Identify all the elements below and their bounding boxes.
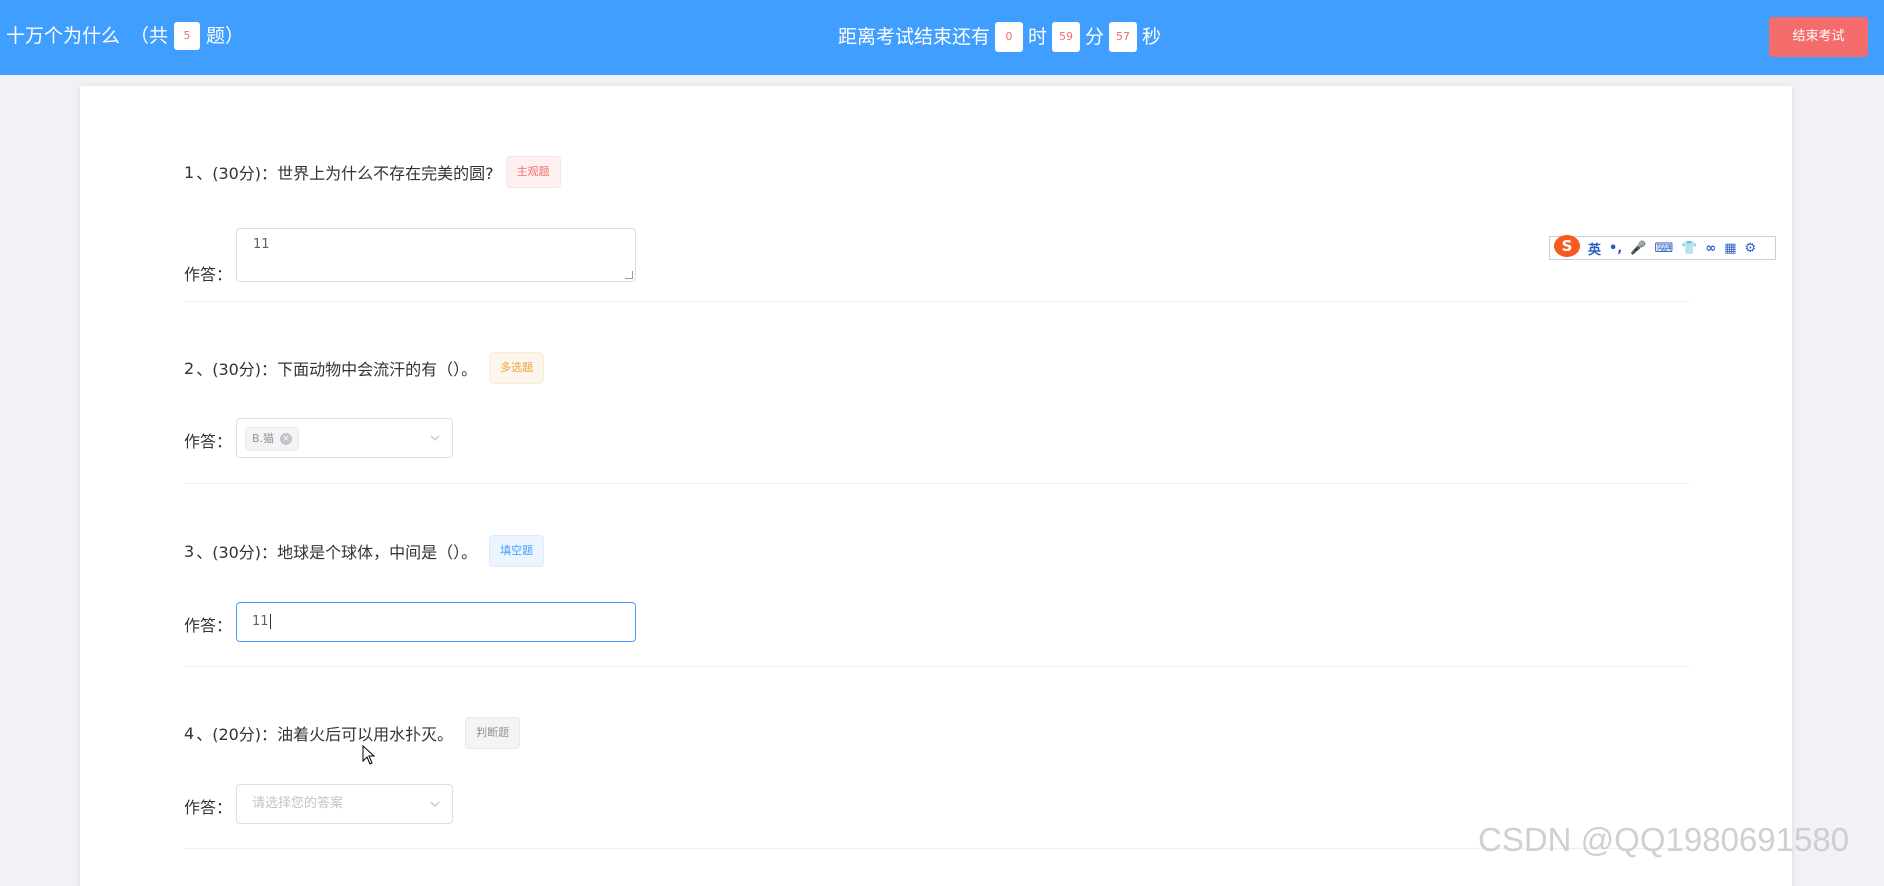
question-separator: 、: [196, 543, 213, 562]
question-score: (30分)：: [212, 543, 278, 562]
ime-english-toggle[interactable]: 英: [1588, 239, 1601, 258]
answer-label: 作答：: [184, 432, 233, 451]
minute-unit: 分: [1085, 26, 1105, 48]
question-header: 1 、 (30分)： 世界上为什么不存在完美的圆? 主观题: [184, 156, 561, 188]
answer-label: 作答：: [184, 616, 233, 635]
question-1: 1 、 (30分)： 世界上为什么不存在完美的圆? 主观题 作答： 11: [184, 156, 1689, 302]
ime-toolbar: S 英 •, 🎤 ⌨ 👕 ∞ ▦ ⚙: [1549, 235, 1776, 260]
exam-card: 1 、 (30分)： 世界上为什么不存在完美的圆? 主观题 作答： 11 2 、…: [80, 86, 1792, 886]
hours-box: 0: [995, 22, 1024, 52]
selected-option-tag: B.猫 ×: [245, 427, 300, 451]
question-count-badge: 5: [174, 22, 201, 50]
question-header: 4 、 (20分)： 油着火后可以用水扑灭。 判断题: [184, 717, 521, 749]
question-type-tag: 多选题: [489, 352, 545, 384]
question-2: 2 、 (30分)： 下面动物中会流汗的有（）。 多选题 作答： B.猫 ×: [184, 352, 1689, 484]
answer-textarea[interactable]: 11: [236, 228, 636, 282]
question-header: 3 、 (30分)： 地球是个球体，中间是（）。 填空题: [184, 535, 545, 567]
ime-settings-icon[interactable]: ⚙: [1745, 241, 1757, 256]
ime-apps-icon[interactable]: ▦: [1724, 241, 1736, 256]
answer-text: 11: [252, 614, 269, 629]
select-placeholder: 请选择您的答案: [252, 796, 344, 811]
close-icon[interactable]: ×: [280, 433, 293, 445]
answer-text: 11: [253, 237, 270, 252]
judge-select[interactable]: 请选择您的答案: [236, 784, 453, 824]
question-header: 2 、 (30分)： 下面动物中会流汗的有（）。 多选题: [184, 352, 545, 384]
answer-label: 作答：: [184, 265, 233, 284]
watermark: CSDN @QQ1980691580: [1478, 821, 1850, 858]
question-score: (20分)：: [212, 725, 278, 744]
selected-option-label: B.猫: [252, 432, 275, 445]
multi-select[interactable]: B.猫 ×: [236, 418, 453, 458]
countdown-label: 距离考试结束还有: [838, 26, 991, 48]
countdown-timer: 距离考试结束还有 0 时 59 分 57 秒: [838, 22, 1161, 52]
minutes-box: 59: [1052, 22, 1081, 52]
question-number: 3: [184, 541, 195, 561]
question-number: 2: [184, 358, 195, 378]
sogou-logo-icon[interactable]: S: [1554, 235, 1580, 257]
question-separator: 、: [196, 164, 213, 183]
top-header: 十万个为什么 （共 5 题） 距离考试结束还有 0 时 59 分 57 秒 结束…: [0, 0, 1884, 75]
ime-skin-icon[interactable]: 👕: [1681, 241, 1697, 256]
question-text: 世界上为什么不存在完美的圆?: [277, 164, 494, 183]
question-text: 下面动物中会流汗的有（）。: [277, 360, 478, 379]
resize-handle-icon[interactable]: [625, 271, 633, 279]
ime-microphone-icon[interactable]: 🎤: [1630, 241, 1646, 256]
hour-unit: 时: [1028, 26, 1048, 48]
seconds-box: 57: [1109, 22, 1138, 52]
question-3: 3 、 (30分)： 地球是个球体，中间是（）。 填空题 作答： 11: [184, 535, 1689, 667]
ime-link-icon[interactable]: ∞: [1705, 241, 1716, 256]
question-type-tag: 判断题: [465, 717, 521, 749]
exam-title: 十万个为什么 （共 5 题）: [6, 22, 244, 50]
question-score: (30分)：: [212, 360, 278, 379]
ime-punctuation-icon[interactable]: •,: [1609, 241, 1622, 256]
question-separator: 、: [196, 725, 213, 744]
question-type-tag: 主观题: [505, 156, 561, 188]
question-number: 1: [184, 162, 195, 182]
ime-keyboard-icon[interactable]: ⌨: [1654, 241, 1673, 256]
question-separator: 、: [196, 360, 213, 379]
answer-label: 作答：: [184, 798, 233, 817]
mouse-pointer-icon: [362, 745, 376, 765]
total-suffix: 题）: [206, 25, 245, 47]
chevron-down-icon: [430, 435, 440, 441]
question-type-tag: 填空题: [489, 535, 545, 567]
question-number: 4: [184, 723, 195, 743]
question-text: 油着火后可以用水扑灭。: [277, 725, 454, 744]
chevron-down-icon: [430, 801, 440, 807]
total-prefix: （共: [130, 25, 169, 47]
end-exam-button[interactable]: 结束考试: [1769, 17, 1868, 57]
fill-blank-input[interactable]: 11: [236, 602, 636, 642]
text-caret: [269, 614, 271, 629]
second-unit: 秒: [1142, 26, 1162, 48]
question-text: 地球是个球体，中间是（）。: [277, 543, 478, 562]
question-4: 4 、 (20分)： 油着火后可以用水扑灭。 判断题 作答： 请选择您的答案: [184, 717, 1689, 849]
question-score: (30分)：: [212, 164, 278, 183]
exam-name: 十万个为什么: [6, 25, 121, 47]
